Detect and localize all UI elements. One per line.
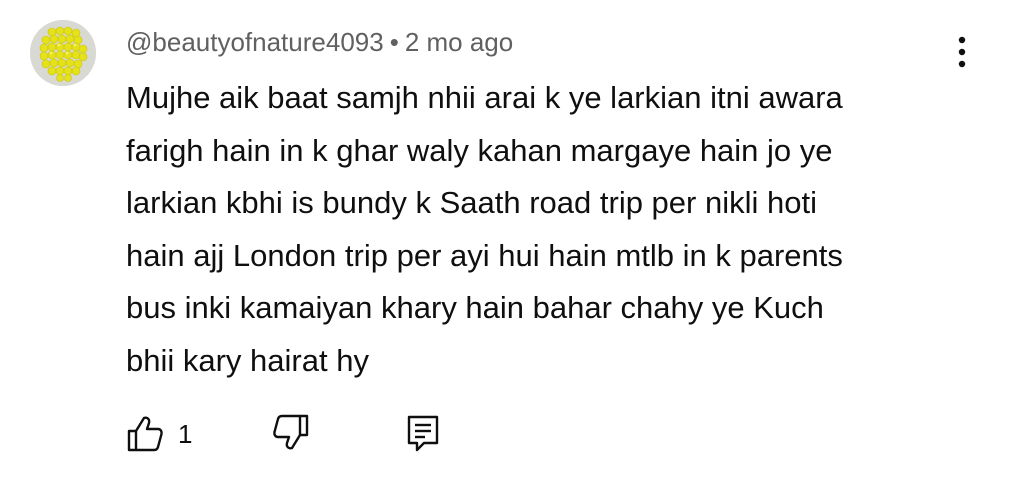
comment-timestamp[interactable]: 2 mo ago: [405, 27, 513, 57]
more-vertical-icon: [958, 36, 966, 68]
reply-button[interactable]: [406, 414, 440, 459]
avatar[interactable]: [30, 20, 96, 86]
comment-line: larkian kbhi is bundy k Saath road trip …: [126, 185, 817, 220]
comment-line: bus inki kamaiyan khary hain bahar chahy…: [126, 290, 824, 325]
comment-line: hain ajj London trip per ayi hui hain mt…: [126, 237, 843, 273]
thumbs-up-icon: [127, 416, 163, 452]
thumbs-down-icon: [273, 414, 309, 450]
comment-body: Mujhe aik baat samjh nhii arai k ye lark…: [126, 72, 976, 387]
dislike-button[interactable]: [272, 412, 310, 457]
comment-line: Mujhe aik baat samjh nhii arai k ye lark…: [126, 80, 843, 115]
comment-header: @beautyofnature4093 • 2 mo ago: [126, 26, 513, 58]
author-handle[interactable]: @beautyofnature4093: [126, 27, 384, 57]
meta-separator: •: [389, 27, 399, 57]
comment-reply-icon: [407, 415, 439, 452]
more-options-button[interactable]: [950, 34, 974, 70]
comment-line: farigh hain in k ghar waly kahan margaye…: [126, 132, 833, 168]
comment-card: @beautyofnature4093 • 2 mo ago Mujhe aik b…: [0, 0, 1024, 482]
comment-line: bhii kary hairat hy: [126, 342, 369, 378]
avatar-image: [30, 20, 96, 86]
like-count: 1: [178, 418, 193, 449]
like-button[interactable]: 1: [126, 412, 192, 456]
